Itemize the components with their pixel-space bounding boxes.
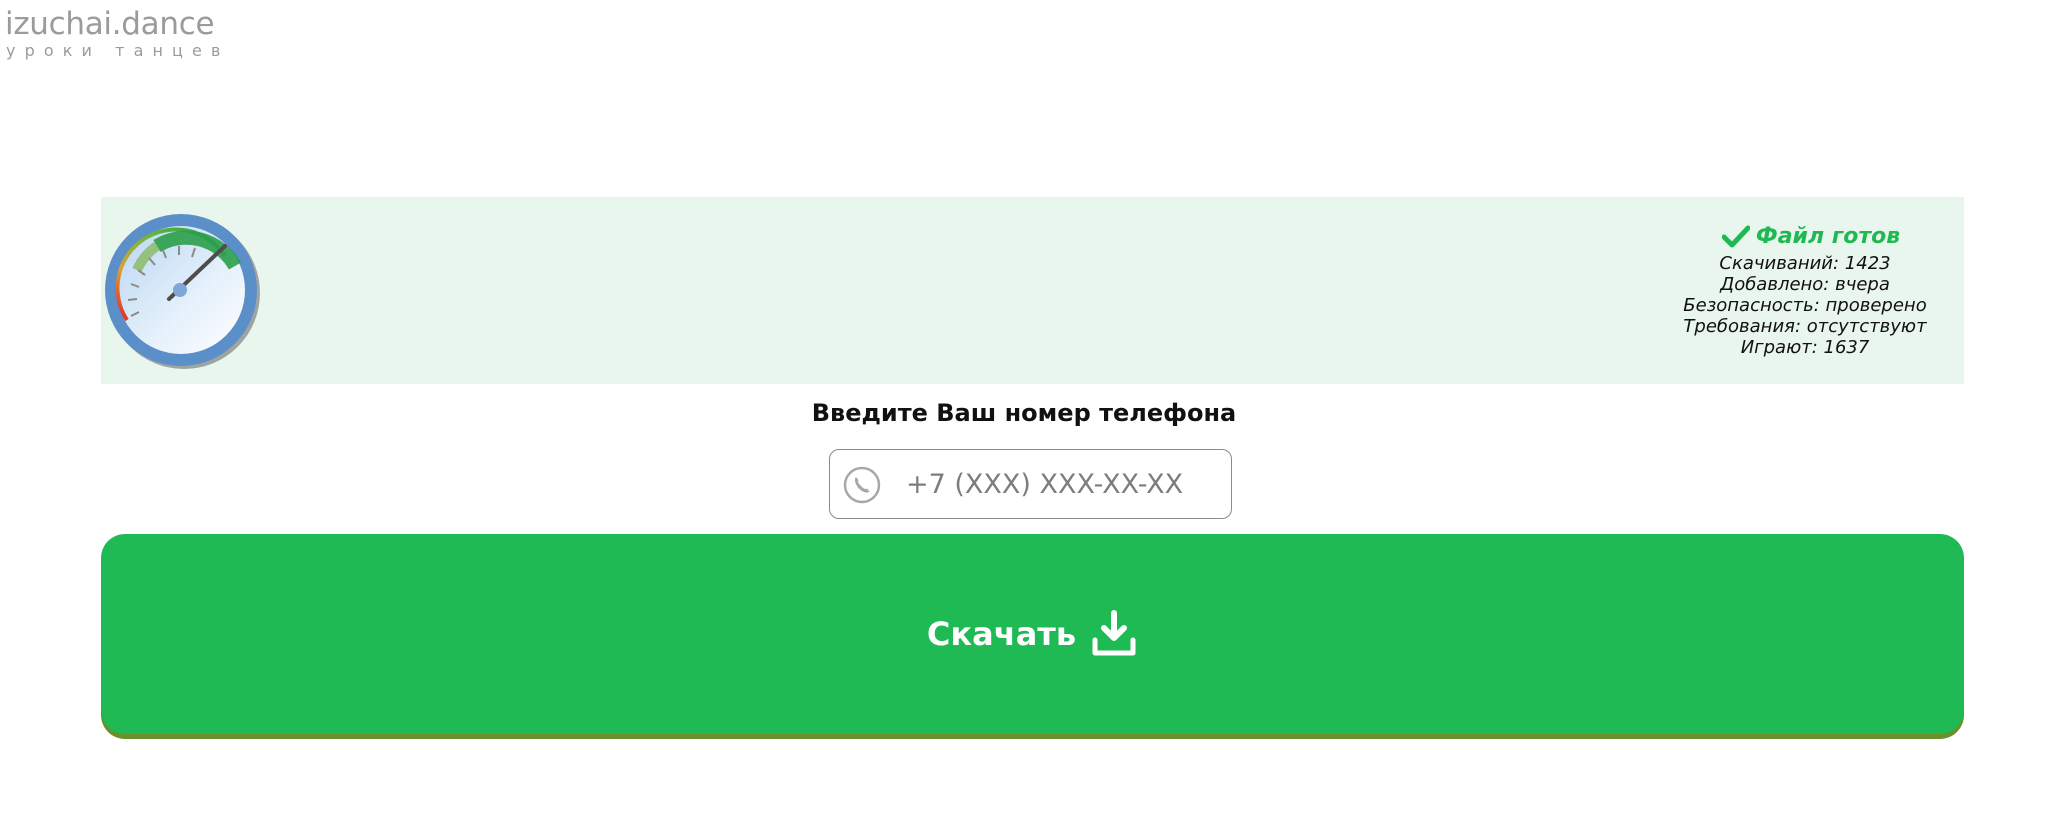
download-button[interactable]: Скачать xyxy=(101,534,1964,734)
stat-downloads: Скачиваний: 1423 xyxy=(1719,253,1891,274)
file-status-panel: Файл готов Скачиваний: 1423 Добавлено: в… xyxy=(1660,221,1950,359)
stat-requirements: Требования: отсутствуют xyxy=(1683,316,1927,337)
download-icon xyxy=(1092,610,1136,656)
file-info-banner: Файл готов Скачиваний: 1423 Добавлено: в… xyxy=(101,197,1964,384)
speedometer-icon xyxy=(105,214,260,369)
stat-added: Добавлено: вчера xyxy=(1720,274,1890,295)
file-ready-text: Файл готов xyxy=(1755,223,1901,249)
phone-icon xyxy=(843,466,881,504)
file-stats: Скачиваний: 1423 Добавлено: вчера Безопа… xyxy=(1660,253,1950,358)
logo-title: izuchai.dance xyxy=(5,6,215,42)
logo-subtitle: уроки танцев xyxy=(6,41,230,60)
phone-field[interactable] xyxy=(829,449,1232,519)
phone-input[interactable] xyxy=(906,460,1216,508)
download-button-label: Скачать xyxy=(926,615,1077,653)
stat-playing: Играют: 1637 xyxy=(1740,337,1870,358)
stat-security: Безопасность: проверено xyxy=(1683,295,1927,316)
phone-prompt-heading: Введите Ваш номер телефона xyxy=(811,399,1237,427)
file-ready-row: Файл готов xyxy=(1660,221,1950,251)
site-logo[interactable]: izuchai.dance уроки танцев xyxy=(5,6,230,59)
checkmark-icon xyxy=(1721,225,1750,248)
